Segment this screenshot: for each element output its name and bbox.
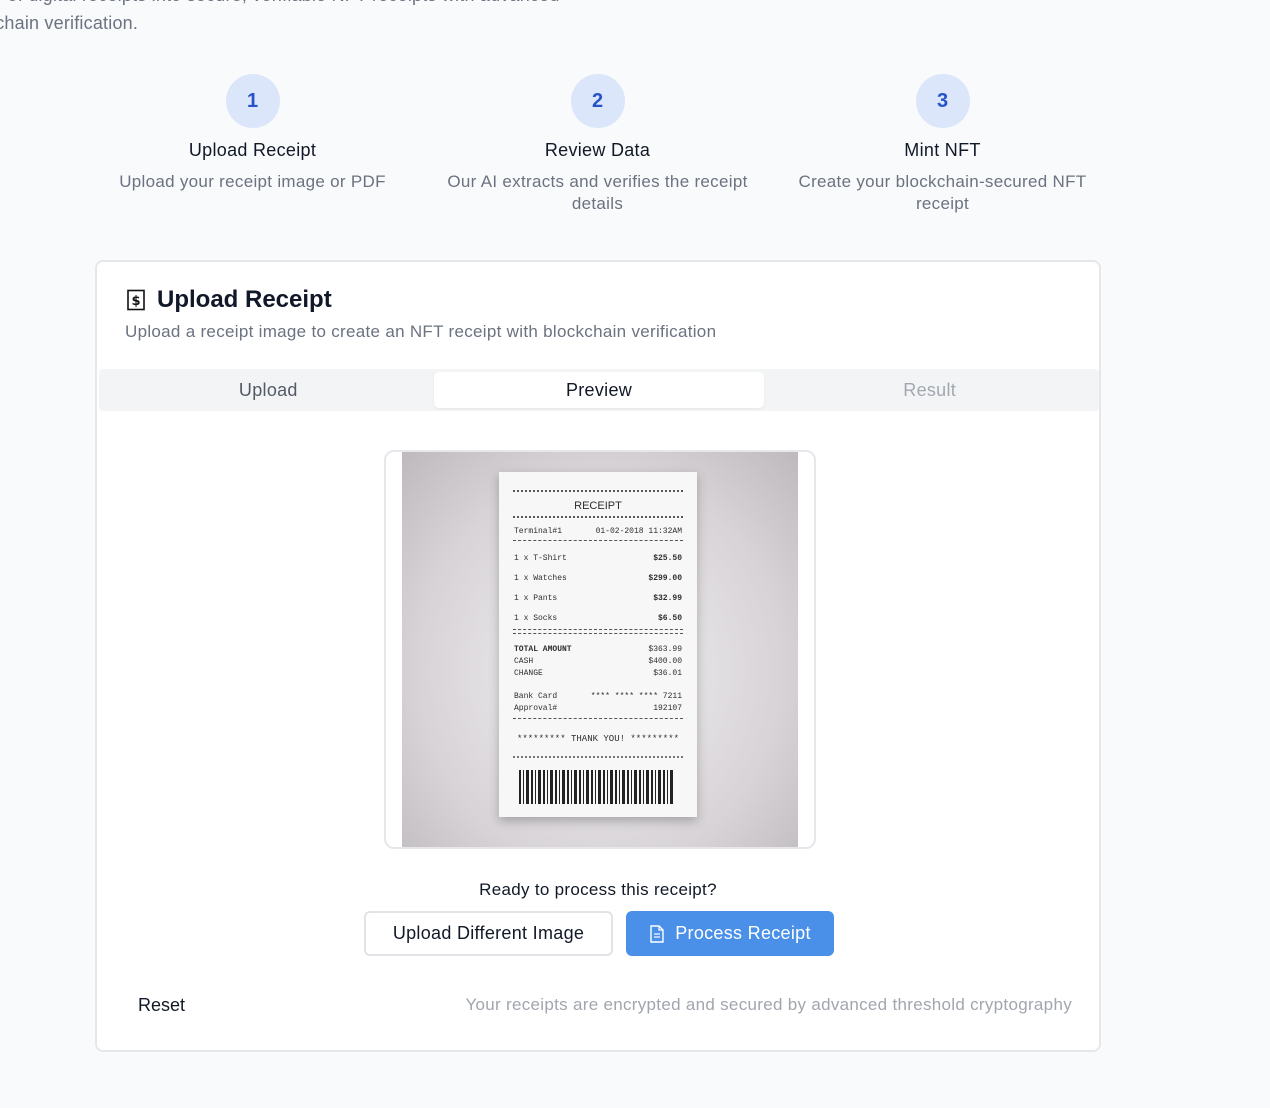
svg-text:$: $	[131, 294, 140, 309]
reset-button[interactable]: Reset	[138, 995, 185, 1016]
barcode	[519, 770, 675, 804]
step-title: Mint NFT	[904, 140, 981, 160]
process-receipt-label: Process Receipt	[675, 923, 811, 943]
upload-different-image-button[interactable]: Upload Different Image	[364, 911, 613, 956]
step-mint: 3 Mint NFT Create your blockchain-secure…	[770, 74, 1115, 215]
document-icon	[650, 924, 664, 943]
step-review: 2 Review Data Our AI extracts and verifi…	[425, 74, 770, 215]
card-title: $ Upload Receipt	[125, 286, 716, 314]
ready-prompt: Ready to process this receipt?	[479, 880, 717, 899]
step-number-badge: 2	[570, 74, 625, 128]
card-subtitle: Upload a receipt image to create an NFT …	[125, 322, 717, 341]
security-footnote: Your receipts are encrypted and secured …	[465, 995, 1072, 1014]
tab-upload[interactable]: Upload	[103, 372, 434, 408]
tab-result: Result	[903, 380, 957, 400]
receipt-item: 1 x Socks $6.50	[514, 614, 682, 623]
card-header: $ Upload Receipt Upload a receipt image …	[125, 286, 716, 342]
tab-preview[interactable]: Preview	[433, 372, 765, 408]
step-number-badge: 3	[915, 74, 970, 128]
receipt-item: 1 x Watches $299.00	[514, 574, 682, 583]
step-number-badge: 1	[225, 74, 280, 128]
intro-line-2: kchain verification.	[0, 13, 139, 33]
receipt-paper: RECEIPT Terminal#1 01-02-2018 11:32AM 1 …	[499, 472, 697, 817]
step-upload: 1 Upload Receipt Upload your receipt ima…	[80, 74, 425, 193]
step-title: Review Data	[544, 140, 651, 160]
process-receipt-button[interactable]: Process Receipt	[626, 911, 834, 956]
receipt-title: RECEIPT	[574, 500, 622, 512]
receipt-photo: RECEIPT Terminal#1 01-02-2018 11:32AM 1 …	[402, 452, 798, 847]
steps-row: 1 Upload Receipt Upload your receipt ima…	[80, 74, 1116, 224]
card-title-text: Upload Receipt	[157, 286, 332, 313]
step-description: Upload your receipt image or PDF	[119, 172, 386, 191]
step-description: Create your blockchain-secured NFT recei…	[798, 172, 1087, 213]
receipt-item: 1 x Pants $32.99	[514, 594, 682, 603]
step-title: Upload Receipt	[188, 140, 317, 160]
receipt-preview-frame: RECEIPT Terminal#1 01-02-2018 11:32AM 1 …	[384, 450, 816, 849]
receipt-icon: $	[127, 289, 145, 311]
receipt-item: 1 x T-Shirt $25.50	[514, 554, 682, 563]
step-description: Our AI extracts and verifies the receipt…	[447, 172, 748, 213]
tab-list: Upload Preview Result	[99, 369, 1099, 411]
upload-receipt-card: $ Upload Receipt Upload a receipt image …	[95, 260, 1101, 1052]
intro-text: er of digital receipts into secure, veri…	[0, 0, 686, 37]
intro-line-1: er of digital receipts into secure, veri…	[0, 0, 686, 9]
